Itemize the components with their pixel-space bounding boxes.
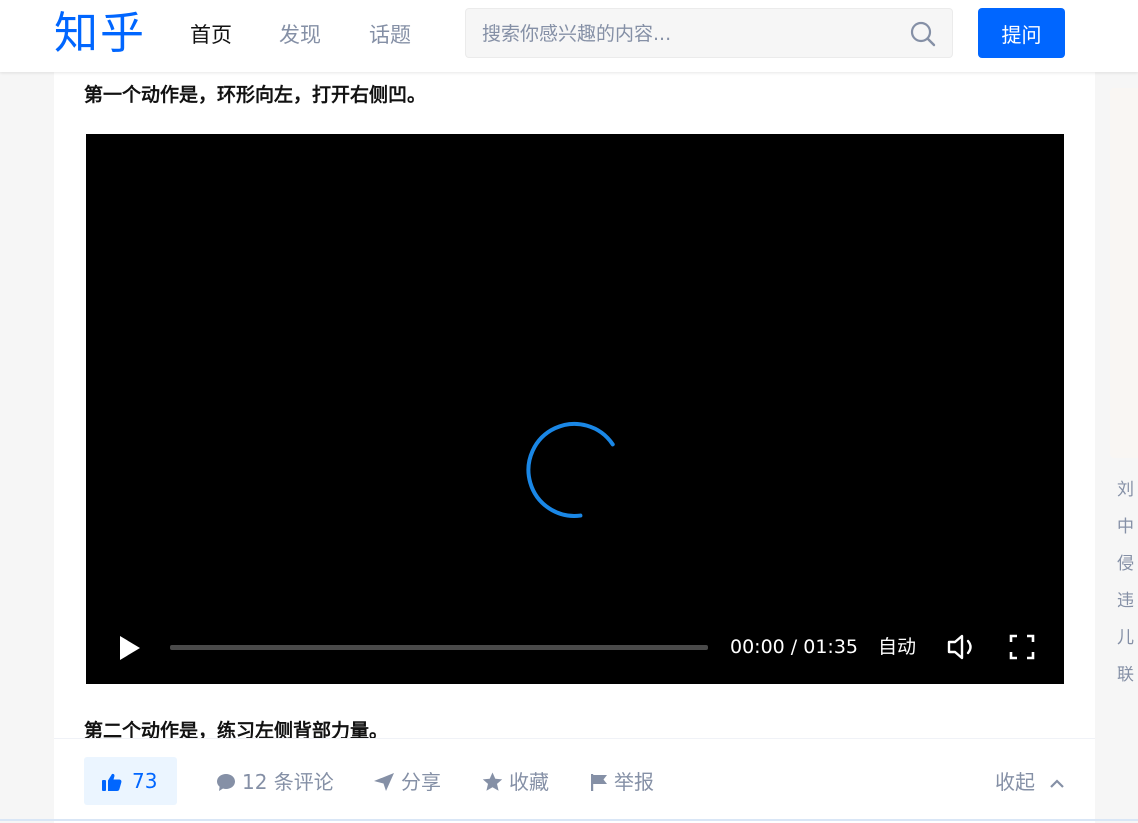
search-box[interactable] [465, 8, 953, 58]
comments-button[interactable]: 12 条评论 [216, 769, 334, 795]
answer-action-bar: 73 12 条评论 分享 收藏 举报 收起 [54, 738, 1095, 823]
sidebar-link-6[interactable]: 联 [1117, 665, 1138, 685]
favorite-label: 收藏 [509, 770, 549, 794]
comment-icon [217, 774, 235, 791]
favorite-button[interactable]: 收藏 [482, 769, 549, 795]
upvote-button[interactable]: 73 [84, 757, 177, 805]
video-time: 00:00 / 01:35 [730, 634, 858, 660]
answer-card: 第一个动作是，环形向左，打开右侧凹。 00:00 / 01:35 自动 第二个动… [54, 72, 1095, 823]
time-separator: / [784, 636, 804, 658]
volume-icon[interactable] [946, 632, 978, 662]
video-progress-bar[interactable] [170, 645, 708, 650]
share-icon [374, 773, 394, 791]
video-player[interactable]: 00:00 / 01:35 自动 [86, 134, 1064, 684]
sidebar-ad-image[interactable] [1110, 88, 1138, 458]
nav-home[interactable]: 首页 [190, 20, 232, 50]
play-icon[interactable] [116, 634, 144, 662]
video-controls: 00:00 / 01:35 自动 [86, 624, 1064, 684]
chevron-up-icon [1050, 779, 1065, 788]
collapse-button[interactable]: 收起 [995, 769, 1065, 795]
thumbs-up-icon [102, 773, 122, 791]
star-icon [482, 772, 503, 791]
search-input[interactable] [480, 18, 904, 50]
zhihu-logo[interactable]: 知乎 [54, 6, 146, 62]
report-button[interactable]: 举报 [590, 769, 654, 795]
ask-question-button[interactable]: 提问 [978, 8, 1065, 58]
current-time: 00:00 [730, 636, 785, 658]
sidebar-link-1[interactable]: 刘 [1117, 480, 1138, 500]
duration: 01:35 [803, 636, 859, 658]
quality-auto-button[interactable]: 自动 [878, 634, 916, 660]
loading-spinner-icon [526, 421, 615, 518]
report-label: 举报 [614, 770, 654, 794]
share-label: 分享 [401, 770, 441, 794]
search-icon[interactable] [908, 20, 938, 50]
sidebar-link-5[interactable]: 儿 [1117, 628, 1138, 648]
bottom-divider [0, 819, 1138, 821]
share-button[interactable]: 分享 [373, 769, 441, 795]
sidebar-footer-links: 刘 中 侵 违 儿 联 [1117, 480, 1138, 702]
nav-discover[interactable]: 发现 [279, 20, 321, 50]
paragraph-1: 第一个动作是，环形向左，打开右侧凹。 [84, 84, 427, 106]
sidebar-link-4[interactable]: 违 [1117, 591, 1138, 611]
comments-label: 12 条评论 [242, 770, 334, 794]
top-header: 知乎 首页 发现 话题 提问 [0, 0, 1138, 72]
sidebar-link-2[interactable]: 中 [1117, 517, 1138, 537]
flag-icon [591, 774, 607, 791]
sidebar-link-3[interactable]: 侵 [1117, 554, 1138, 574]
fullscreen-icon[interactable] [1008, 632, 1036, 662]
vote-count: 73 [132, 769, 158, 793]
nav-topics[interactable]: 话题 [369, 20, 411, 50]
collapse-label: 收起 [995, 770, 1035, 794]
